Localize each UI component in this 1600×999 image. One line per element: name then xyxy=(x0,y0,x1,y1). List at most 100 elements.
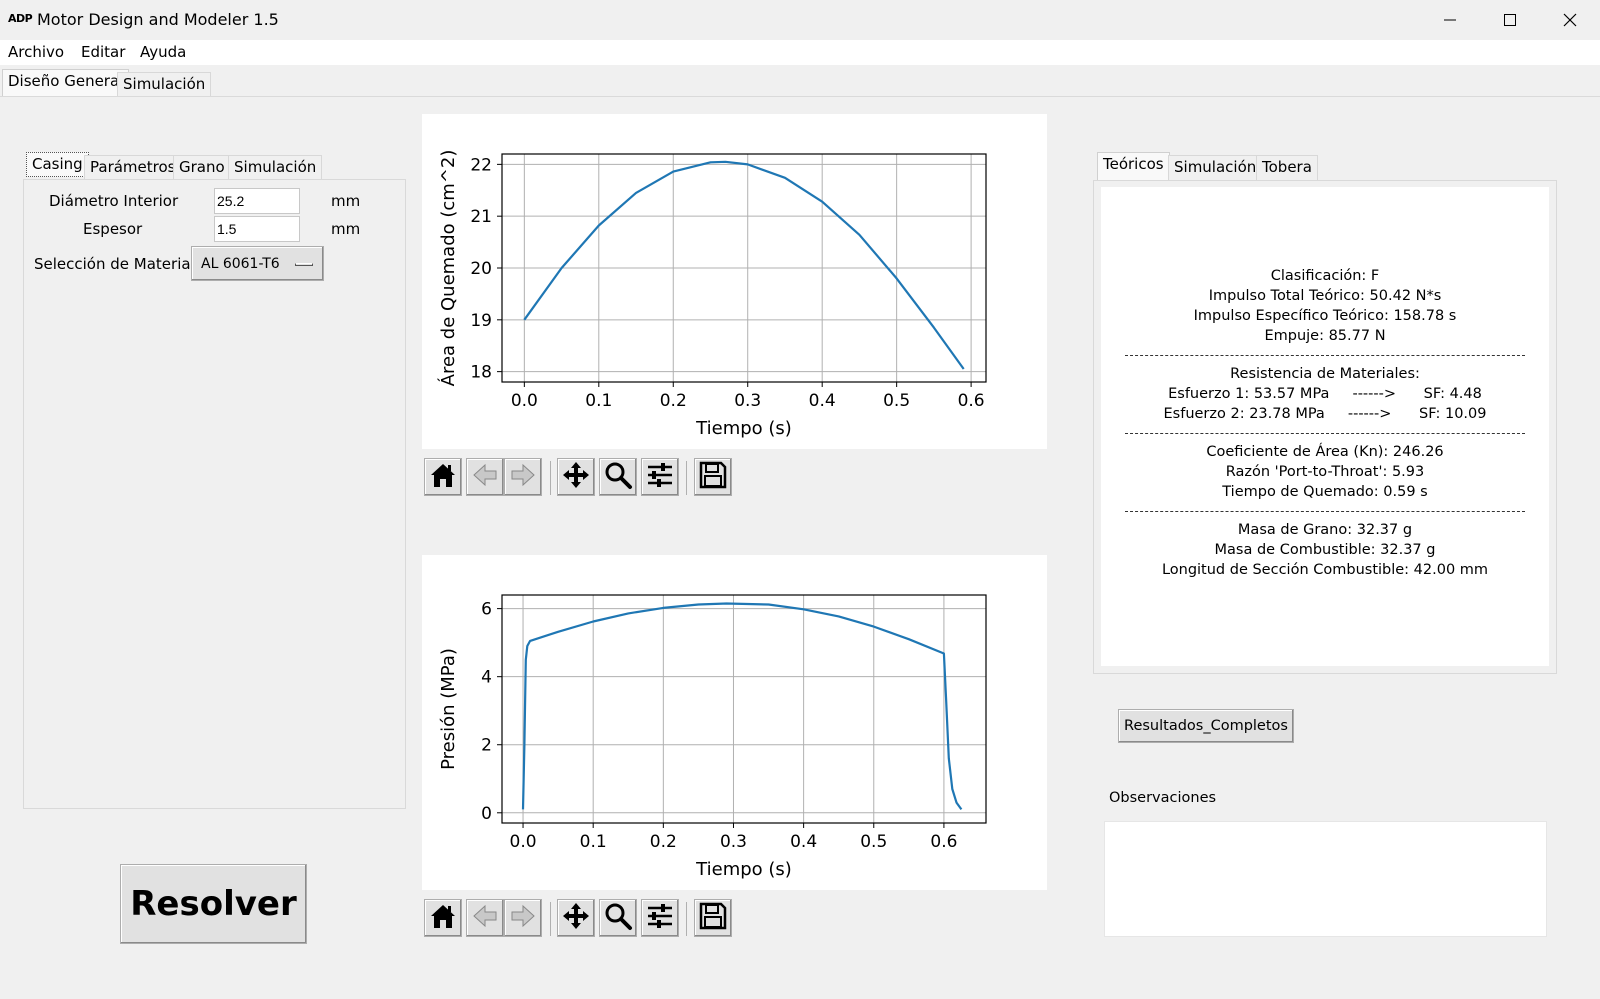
save-figure-button[interactable] xyxy=(694,458,732,496)
result-line: Esfuerzo 2: 23.78 MPa ------> SF: 10.09 xyxy=(1163,406,1487,422)
save-icon xyxy=(698,901,728,935)
configure-subplots-button[interactable] xyxy=(641,458,679,496)
y-tick-label: 21 xyxy=(470,207,492,227)
y-tick-label: 22 xyxy=(470,155,492,175)
x-tick-label: 0.3 xyxy=(720,832,747,852)
close-icon xyxy=(1563,13,1577,27)
tab-parametros[interactable]: Parámetros xyxy=(84,155,182,180)
pan-button[interactable] xyxy=(557,458,595,496)
pan-icon xyxy=(561,901,591,935)
pan-button[interactable] xyxy=(557,899,595,937)
window-title: Motor Design and Modeler 1.5 xyxy=(37,10,279,29)
save-icon xyxy=(698,460,728,494)
plot-toolbar-2 xyxy=(424,899,744,939)
maximize-button[interactable] xyxy=(1480,0,1540,40)
toolbar-separator xyxy=(550,902,551,936)
tab-simulacion-right[interactable]: Simulación xyxy=(1168,155,1263,180)
home-icon xyxy=(428,460,458,494)
tab-grano[interactable]: Grano xyxy=(173,155,231,180)
configure-subplots-icon xyxy=(645,460,675,494)
results-text-area: Clasificación: F Impulso Total Teórico: 5… xyxy=(1101,187,1549,666)
result-line: Resistencia de Materiales: xyxy=(1230,366,1420,382)
back-button[interactable] xyxy=(466,458,504,496)
separator xyxy=(1125,355,1525,356)
y-tick-label: 4 xyxy=(481,668,492,688)
material-label: Selección de Material xyxy=(34,255,195,273)
thickness-label: Espesor xyxy=(83,220,143,238)
series-line xyxy=(521,602,963,811)
burn-area-plot[interactable]: 0.0 0.1 0.2 0.3 0.4 0.5 0.6 18 19 20 21 22 Tiempo (s… xyxy=(422,114,1047,449)
save-figure-button[interactable] xyxy=(694,899,732,937)
x-tick-label: 0.4 xyxy=(809,391,836,411)
result-line: Impulso Específico Teórico: 158.78 s xyxy=(1193,308,1457,324)
x-tick-label: 0.6 xyxy=(930,832,957,852)
configure-subplots-icon xyxy=(645,901,675,935)
y-tick-label: 18 xyxy=(470,363,492,383)
pressure-plot[interactable]: 0.0 0.1 0.2 0.3 0.4 0.5 0.6 0 2 4 6 Tiempo (s) Presi… xyxy=(422,555,1047,890)
plot-toolbar-1 xyxy=(424,458,744,498)
x-tick-label: 0.4 xyxy=(790,832,817,852)
inner-diameter-input[interactable] xyxy=(214,188,300,214)
home-icon xyxy=(428,901,458,935)
menu-archivo[interactable]: Archivo xyxy=(8,43,64,61)
separator xyxy=(1125,433,1525,434)
forward-button[interactable] xyxy=(504,899,542,937)
pressure-chart: 0.0 0.1 0.2 0.3 0.4 0.5 0.6 0 2 4 6 Tiempo (s) Presi… xyxy=(422,555,1047,890)
home-button[interactable] xyxy=(424,458,462,496)
tab-diseno-general[interactable]: Diseño General xyxy=(2,69,130,97)
y-tick-label: 2 xyxy=(481,736,492,756)
series-line xyxy=(523,160,965,370)
y-tick-label: 0 xyxy=(481,804,492,824)
thickness-unit: mm xyxy=(331,220,361,238)
forward-button[interactable] xyxy=(504,458,542,496)
option-menu-indicator-icon xyxy=(295,263,313,266)
back-arrow-icon xyxy=(470,901,500,935)
x-tick-label: 0.5 xyxy=(860,832,887,852)
tab-tobera[interactable]: Tobera xyxy=(1256,155,1318,180)
tab-teoricos[interactable]: Teóricos xyxy=(1097,152,1170,181)
back-button[interactable] xyxy=(466,899,504,937)
x-tick-label: 0.0 xyxy=(511,391,538,411)
zoom-icon xyxy=(603,460,633,494)
inner-diameter-unit: mm xyxy=(331,192,361,210)
thickness-input[interactable] xyxy=(214,216,300,242)
result-line: Longitud de Sección Combustible: 42.00 m… xyxy=(1161,562,1489,578)
separator xyxy=(1125,511,1525,512)
full-results-button[interactable]: Resultados_Completos xyxy=(1118,709,1294,743)
y-tick-label: 20 xyxy=(470,259,492,279)
tab-casing[interactable]: Casing xyxy=(26,152,89,177)
result-line: Masa de Grano: 32.37 g xyxy=(1237,522,1413,538)
toolbar-separator xyxy=(550,461,551,495)
result-line: Coeficiente de Área (Kn): 246.26 xyxy=(1206,444,1444,460)
menu-ayuda[interactable]: Ayuda xyxy=(140,43,186,61)
close-button[interactable] xyxy=(1540,0,1600,40)
menu-editar[interactable]: Editar xyxy=(81,43,125,61)
burn-area-chart: 0.0 0.1 0.2 0.3 0.4 0.5 0.6 18 19 20 21 22 Tiempo (s… xyxy=(422,114,1047,449)
material-select-value: AL 6061-T6 xyxy=(201,255,280,272)
zoom-button[interactable] xyxy=(599,458,637,496)
inner-diameter-label: Diámetro Interior xyxy=(49,192,179,210)
forward-arrow-icon xyxy=(508,901,538,935)
back-arrow-icon xyxy=(470,460,500,494)
toolbar-separator xyxy=(686,902,687,936)
maximize-icon xyxy=(1504,14,1516,26)
zoom-button[interactable] xyxy=(599,899,637,937)
x-tick-label: 0.2 xyxy=(650,832,677,852)
home-button[interactable] xyxy=(424,899,462,937)
configure-subplots-button[interactable] xyxy=(641,899,679,937)
x-tick-label: 0.1 xyxy=(580,832,607,852)
resolver-button[interactable]: Resolver xyxy=(120,864,307,944)
result-line: Clasificación: F xyxy=(1270,268,1380,284)
tab-simulacion-main[interactable]: Simulación xyxy=(117,72,212,97)
y-tick-label: 19 xyxy=(470,311,492,331)
pan-icon xyxy=(561,460,591,494)
tab-simulacion-left[interactable]: Simulación xyxy=(228,155,323,180)
result-line: Tiempo de Quemado: 0.59 s xyxy=(1222,484,1428,500)
observations-textarea[interactable] xyxy=(1104,821,1547,937)
y-axis-label: Área de Quemado (cm^2) xyxy=(437,150,459,387)
app-logo: ADP xyxy=(8,12,33,25)
plot-frame xyxy=(501,594,987,824)
material-select[interactable]: AL 6061-T6 xyxy=(191,246,324,281)
minimize-button[interactable] xyxy=(1420,0,1480,40)
result-line: Impulso Total Teórico: 50.42 N*s xyxy=(1208,288,1442,304)
